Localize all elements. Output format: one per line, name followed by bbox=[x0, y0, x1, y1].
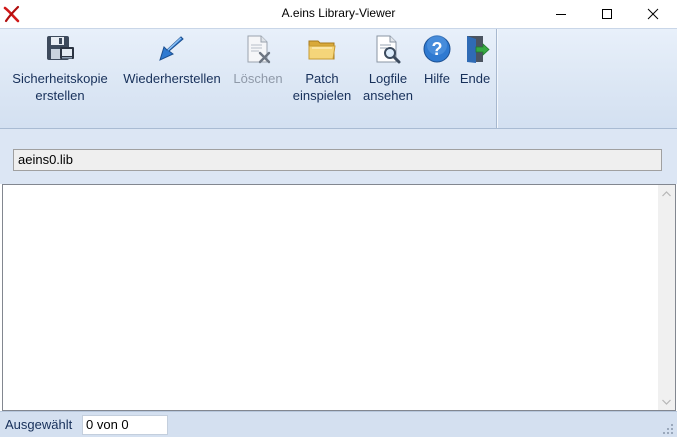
library-viewer-window: A.eins Library-Viewer Sicherheitskopie e… bbox=[0, 0, 677, 437]
restore-button[interactable]: Wiederherstellen bbox=[117, 33, 227, 87]
logfile-button[interactable]: Logfile ansehen bbox=[357, 33, 419, 104]
exit-door-icon bbox=[459, 33, 491, 65]
scroll-up-arrow-icon[interactable] bbox=[658, 185, 675, 202]
blue-arrow-icon bbox=[156, 33, 188, 65]
logfile-button-label: Logfile ansehen bbox=[363, 71, 413, 103]
maximize-button[interactable] bbox=[584, 0, 630, 28]
backup-button[interactable]: Sicherheitskopie erstellen bbox=[6, 33, 114, 104]
scroll-down-arrow-icon[interactable] bbox=[658, 393, 675, 410]
patch-button[interactable]: Patch einspielen bbox=[290, 33, 354, 104]
backup-button-label: Sicherheitskopie erstellen bbox=[12, 71, 108, 103]
help-button-label: Hilfe bbox=[423, 71, 450, 86]
exit-button-label: Ende bbox=[459, 71, 491, 86]
exit-button[interactable]: Ende bbox=[457, 33, 493, 87]
maximize-icon bbox=[602, 9, 612, 19]
folder-icon bbox=[306, 33, 338, 65]
magnifier-document-icon bbox=[372, 33, 404, 65]
selected-label: Ausgewählt bbox=[5, 417, 73, 432]
selected-count-value: 0 von 0 bbox=[82, 415, 168, 435]
restore-button-label: Wiederherstellen bbox=[123, 71, 221, 86]
delete-button[interactable]: Löschen bbox=[230, 33, 286, 87]
help-icon: ? bbox=[421, 33, 453, 65]
floppy-disk-icon bbox=[44, 33, 76, 65]
library-path-field[interactable]: aeins0.lib bbox=[13, 149, 662, 171]
path-panel: aeins0.lib bbox=[0, 129, 677, 184]
delete-button-label: Löschen bbox=[233, 71, 283, 86]
toolbar-separator bbox=[496, 29, 498, 128]
status-bar: Ausgewählt 0 von 0 bbox=[0, 411, 677, 437]
minimize-icon bbox=[556, 14, 566, 15]
library-content-list[interactable] bbox=[2, 184, 676, 411]
resize-grip-icon[interactable] bbox=[662, 422, 674, 434]
vertical-scrollbar[interactable] bbox=[658, 185, 675, 410]
svg-text:?: ? bbox=[432, 39, 443, 59]
patch-button-label: Patch einspielen bbox=[292, 71, 352, 103]
close-button[interactable] bbox=[630, 0, 676, 28]
delete-document-icon bbox=[242, 33, 274, 65]
toolbar: Sicherheitskopie erstellen Wiederherstel… bbox=[0, 28, 677, 129]
title-bar: A.eins Library-Viewer bbox=[0, 0, 677, 28]
close-icon bbox=[647, 8, 659, 20]
help-button[interactable]: ? Hilfe bbox=[418, 33, 456, 87]
minimize-button[interactable] bbox=[538, 0, 584, 28]
